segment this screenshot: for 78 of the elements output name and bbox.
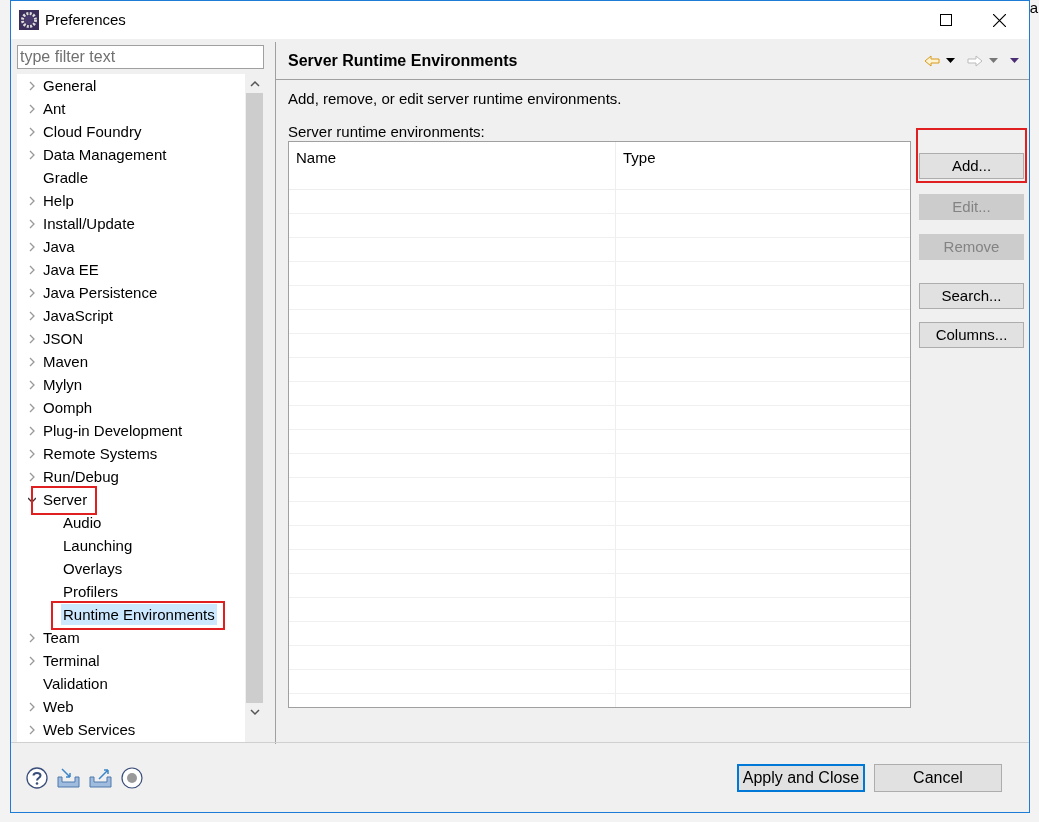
tree-item[interactable]: Profilers — [61, 581, 120, 602]
tree-item[interactable]: Maven — [41, 351, 91, 372]
scroll-up-icon — [249, 80, 260, 87]
tree-item[interactable]: Audio — [61, 512, 104, 533]
dialog-button[interactable]: Apply and Close — [737, 763, 865, 792]
close-icon — [992, 13, 1006, 27]
chevron-right-icon[interactable] — [28, 333, 36, 344]
chevron-right-icon[interactable] — [28, 448, 36, 459]
tree-item[interactable]: Run/Debug — [41, 466, 121, 487]
tree-item[interactable]: Plug-in Development — [41, 420, 185, 441]
tree-item[interactable]: Data Management — [41, 144, 169, 165]
tree-item[interactable]: Java Persistence — [41, 282, 160, 303]
maximize-icon — [940, 14, 952, 26]
forward-arrow-icon[interactable] — [967, 54, 983, 67]
chevron-right-icon[interactable] — [28, 195, 36, 206]
record-icon[interactable] — [121, 766, 143, 789]
chevron-right-icon[interactable] — [28, 287, 36, 298]
back-arrow-icon[interactable] — [924, 54, 940, 67]
page-title: Server Runtime Environments — [288, 50, 518, 71]
tree-item[interactable]: Validation — [41, 673, 110, 694]
tree-item[interactable]: Overlays — [61, 558, 125, 579]
chevron-right-icon[interactable] — [28, 126, 36, 137]
export-icon[interactable] — [89, 767, 112, 788]
tree-item[interactable]: General — [41, 75, 99, 96]
chevron-right-icon[interactable] — [28, 149, 36, 160]
side-button[interactable]: Add... — [919, 153, 1024, 179]
chevron-right-icon[interactable] — [28, 264, 36, 275]
help-icon[interactable] — [26, 766, 48, 789]
eclipse-gear-icon — [19, 10, 39, 30]
tree-item[interactable]: Java — [41, 236, 77, 257]
tree-item[interactable]: Web Services — [41, 719, 138, 740]
chevron-right-icon[interactable] — [28, 80, 36, 91]
tree-item[interactable]: JavaScript — [41, 305, 116, 326]
scrollbar[interactable] — [245, 74, 264, 742]
chevron-right-icon[interactable] — [28, 402, 36, 413]
dropdown-icon[interactable] — [946, 58, 955, 63]
tree-item[interactable]: JSON — [41, 328, 85, 349]
filter-field[interactable]: type filter text — [17, 45, 264, 69]
tree-item[interactable]: Launching — [61, 535, 135, 556]
tree-item[interactable]: Java EE — [41, 259, 101, 280]
menu-icon[interactable] — [1010, 58, 1019, 63]
tree-item[interactable]: Team — [41, 627, 82, 648]
tree-item[interactable]: Help — [41, 190, 76, 211]
tree-item[interactable]: Oomph — [41, 397, 95, 418]
tree-item[interactable]: Mylyn — [41, 374, 85, 395]
background-text: a — [1029, 0, 1038, 16]
chevron-right-icon[interactable] — [28, 632, 36, 643]
chevron-right-icon[interactable] — [28, 655, 36, 666]
tree-item[interactable]: Cloud Foundry — [41, 121, 144, 142]
scroll-down-icon — [249, 709, 260, 716]
scrollbar-thumb[interactable] — [246, 93, 263, 703]
table-label: Server runtime environments: — [288, 122, 486, 141]
chevron-right-icon[interactable] — [28, 701, 36, 712]
import-icon[interactable] — [57, 767, 80, 788]
tree-item[interactable]: Gradle — [41, 167, 91, 188]
column-header[interactable]: Name — [289, 142, 616, 190]
window-title: Preferences — [45, 9, 126, 30]
dialog-button[interactable]: Cancel — [874, 763, 1002, 792]
tree-item[interactable]: Runtime Environments — [61, 604, 217, 625]
chevron-right-icon[interactable] — [28, 103, 36, 114]
chevron-right-icon[interactable] — [28, 425, 36, 436]
side-button[interactable]: Columns... — [919, 322, 1024, 348]
tree-item[interactable]: Install/Update — [41, 213, 137, 234]
tree-item[interactable]: Remote Systems — [41, 443, 160, 464]
chevron-right-icon[interactable] — [28, 241, 36, 252]
chevron-right-icon[interactable] — [28, 310, 36, 321]
chevron-right-icon[interactable] — [28, 724, 36, 735]
chevron-right-icon[interactable] — [28, 471, 36, 482]
tree-item[interactable]: Ant — [41, 98, 68, 119]
column-header[interactable]: Type — [616, 142, 910, 190]
tree-item[interactable]: Terminal — [41, 650, 102, 671]
side-button[interactable]: Search... — [919, 283, 1024, 309]
chevron-right-icon[interactable] — [28, 356, 36, 367]
tree-item[interactable]: Web — [41, 696, 76, 717]
page-description: Add, remove, or edit server runtime environments. — [288, 89, 623, 109]
chevron-right-icon[interactable] — [28, 218, 36, 229]
tree-item[interactable]: Server — [41, 489, 90, 510]
chevron-right-icon[interactable] — [28, 379, 36, 390]
